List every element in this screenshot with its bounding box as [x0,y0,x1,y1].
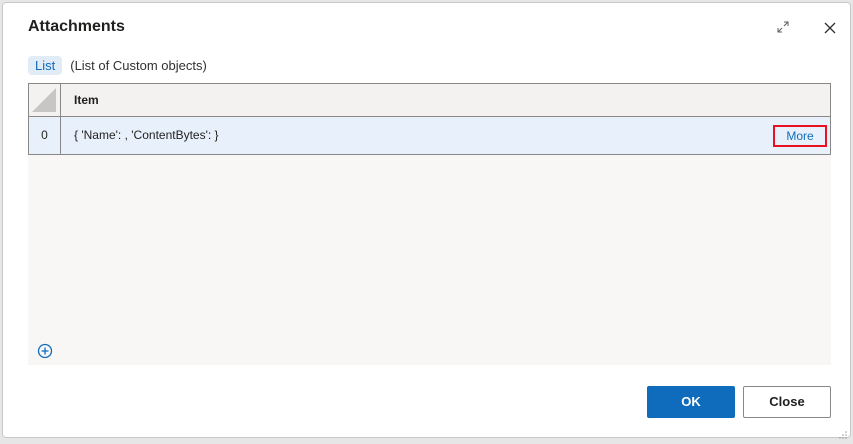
attachments-dialog: Attachments List (List of Custom objects… [2,2,851,439]
add-item-glyph [37,343,53,359]
select-all-corner[interactable] [29,84,61,116]
list-grid: Item 0 { 'Name': , 'ContentBytes': } Mor… [28,83,831,365]
type-badge: List [28,55,63,75]
table-row[interactable]: 0 { 'Name': , 'ContentBytes': } More [28,117,831,155]
close-x-glyph [824,22,836,34]
column-header-item: Item [74,93,99,107]
close-icon[interactable] [819,17,841,39]
close-button[interactable]: Close [743,386,831,418]
expand-arrows-glyph [777,21,789,33]
variable-type-row: List (List of Custom objects) [28,55,207,75]
row-value: { 'Name': , 'ContentBytes': } [74,128,219,142]
expand-icon[interactable] [773,19,793,39]
resize-grip-icon[interactable] [839,426,847,439]
dialog-title: Attachments [28,18,125,35]
grid-header: Item [28,83,831,117]
ok-button[interactable]: OK [647,386,735,418]
more-button[interactable]: More [773,125,827,147]
plus-circle-icon[interactable] [37,343,53,359]
row-index: 0 [29,117,61,154]
type-description: (List of Custom objects) [70,57,207,73]
grip-dots-glyph [839,431,847,439]
corner-triangle-icon [32,88,56,112]
